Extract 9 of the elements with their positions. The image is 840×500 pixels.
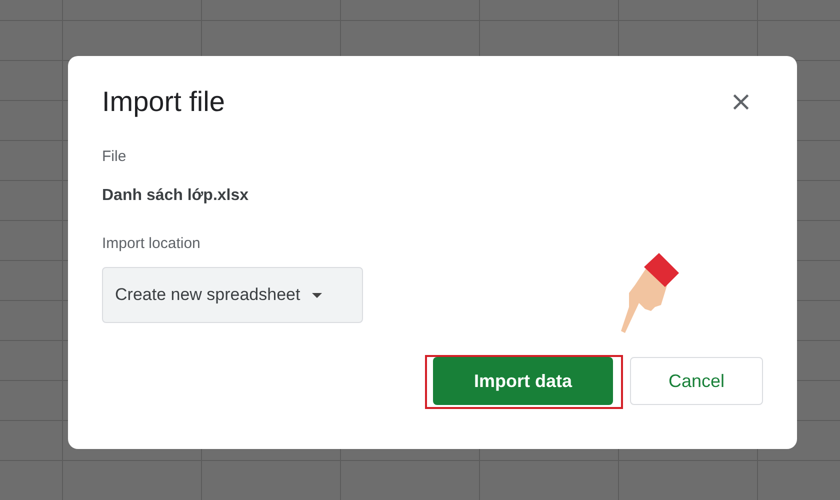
caret-icon bbox=[312, 292, 322, 298]
file-name: Danh sách lớp.xlsx bbox=[102, 187, 249, 205]
location-dropdown[interactable]: Create new spreadsheet bbox=[102, 267, 363, 323]
close-icon[interactable] bbox=[733, 94, 749, 110]
cancel-button[interactable]: Cancel bbox=[630, 357, 763, 405]
dialog-title: Import file bbox=[102, 86, 225, 118]
field-label: Import location bbox=[102, 235, 200, 252]
import-button[interactable]: Import data bbox=[433, 357, 613, 405]
field-label: File bbox=[102, 148, 126, 165]
